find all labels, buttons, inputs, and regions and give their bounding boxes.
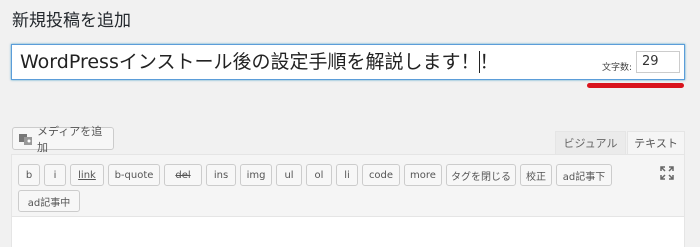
qt-img-button[interactable]: img (240, 164, 272, 186)
annotation-underline (587, 83, 684, 88)
qt-del-button[interactable]: del (164, 164, 202, 186)
qt-ol-button[interactable]: ol (306, 164, 332, 186)
quicktags-toolbar: b i link b-quote del ins img ul ol li co… (12, 155, 684, 217)
qt-code-button[interactable]: code (362, 164, 400, 186)
tab-text[interactable]: テキスト (627, 131, 685, 154)
add-media-label: メディアを追加 (37, 124, 103, 154)
qt-link-button[interactable]: link (70, 164, 104, 186)
fullscreen-icon[interactable] (660, 165, 674, 180)
qt-italic-button[interactable]: i (44, 164, 66, 186)
text-caret (479, 51, 480, 73)
add-media-button[interactable]: メディアを追加 (12, 125, 114, 154)
qt-bold-button[interactable]: b (18, 164, 40, 186)
qt-proofread-button[interactable]: 校正 (520, 164, 552, 186)
qt-ul-button[interactable]: ul (276, 164, 302, 186)
qt-close-tags-button[interactable]: タグを閉じる (446, 164, 516, 186)
qt-bquote-button[interactable]: b-quote (108, 164, 160, 186)
char-count-label: 文字数: (602, 63, 633, 73)
char-count-field[interactable]: 29 (636, 51, 680, 73)
page-title: 新規投稿を追加 (12, 11, 131, 31)
qt-ad-middle-button[interactable]: ad記事中 (18, 190, 80, 212)
tab-visual[interactable]: ビジュアル (555, 131, 626, 154)
post-title-field[interactable]: WordPressインストール後の設定手順を解説します！！ 文字数: 29 (11, 44, 685, 80)
editor-area[interactable]: b i link b-quote del ins img ul ol li co… (11, 154, 685, 247)
qt-li-button[interactable]: li (336, 164, 358, 186)
qt-ad-bottom-button[interactable]: ad記事下 (556, 164, 612, 186)
qt-more-button[interactable]: more (404, 164, 442, 186)
qt-ins-button[interactable]: ins (206, 164, 236, 186)
media-icon (18, 131, 33, 146)
post-title-text[interactable]: WordPressインストール後の設定手順を解説します！！ (20, 51, 498, 73)
